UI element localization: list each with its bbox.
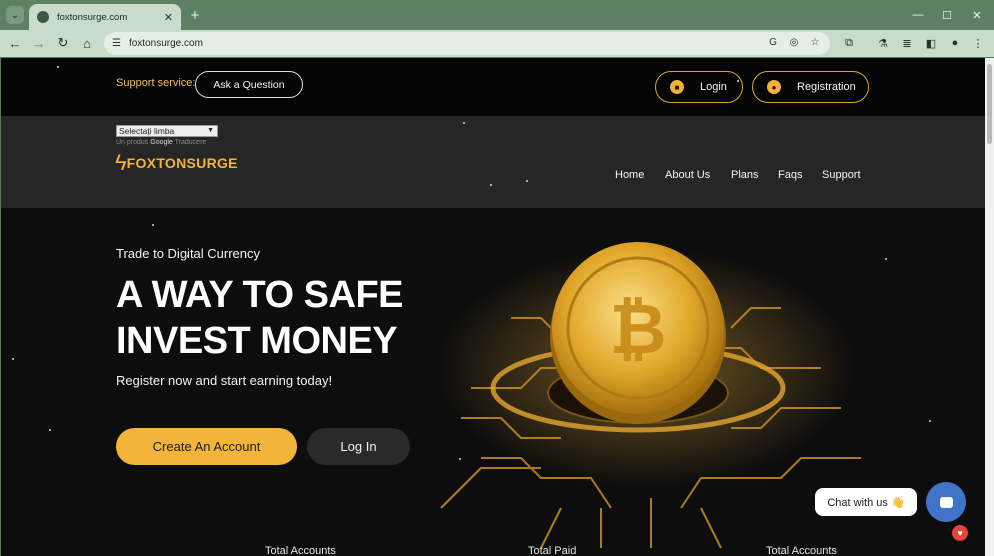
star-decoration xyxy=(526,180,528,182)
profile-avatar-icon[interactable]: ● xyxy=(947,35,963,51)
language-select-value: Selectați limba xyxy=(119,126,175,136)
scrollbar-thumb[interactable] xyxy=(987,64,992,144)
site-header: Selectați limba ▼ Un produs Google Tradu… xyxy=(1,116,985,208)
site-logo[interactable]: ϟ FOXTONSURGE xyxy=(115,152,238,174)
home-icon[interactable]: ⌂ xyxy=(78,34,96,52)
star-decoration xyxy=(929,420,931,422)
google-logo: Google xyxy=(150,139,173,146)
chevron-down-icon: ▼ xyxy=(207,127,214,134)
notification-badge-icon[interactable]: ♥ xyxy=(952,525,968,541)
browser-tab[interactable]: foxtonsurge.com ✕ xyxy=(29,4,181,30)
star-decoration xyxy=(463,122,465,124)
reload-icon[interactable]: ↻ xyxy=(54,34,72,52)
hero-title-line-1: A WAY TO SAFE xyxy=(116,274,404,316)
logo-text: FOXTONSURGE xyxy=(126,155,238,171)
bookmark-star-icon[interactable]: ☆ xyxy=(808,35,822,49)
browser-toolbar: ← → ↻ ⌂ ☰ foxtonsurge.com G ◎ ☆ ⧉ ⚗ ≣ ◧ … xyxy=(0,30,994,57)
reading-list-icon[interactable]: ≣ xyxy=(899,35,915,51)
hero-kicker: Trade to Digital Currency xyxy=(116,246,261,261)
site-info-icon[interactable]: ☰ xyxy=(112,38,121,49)
hero-subtitle: Register now and start earning today! xyxy=(116,373,333,388)
stat-label-total-paid: Total Paid xyxy=(528,545,577,556)
user-icon: ● xyxy=(767,80,781,94)
site-favicon-icon xyxy=(37,11,49,23)
ask-question-button[interactable]: Ask a Question xyxy=(195,71,303,98)
chat-launcher-button[interactable] xyxy=(926,482,966,522)
star-decoration xyxy=(12,358,14,360)
top-bar: Support service: Ask a Question ■ Login … xyxy=(1,58,985,116)
chat-icon xyxy=(939,496,953,508)
back-icon[interactable]: ← xyxy=(6,34,24,52)
hero-title-line-2: INVEST MONEY xyxy=(116,320,398,362)
eye-off-icon[interactable]: ◎ xyxy=(787,35,801,49)
side-panel-icon[interactable]: ◧ xyxy=(923,35,939,51)
registration-button[interactable]: ● Registration xyxy=(752,71,869,103)
minimize-icon[interactable]: — xyxy=(908,6,928,24)
login-label: Login xyxy=(700,81,727,93)
new-tab-button[interactable]: + xyxy=(186,6,204,24)
nav-home[interactable]: Home xyxy=(615,169,644,181)
address-bar[interactable]: ☰ foxtonsurge.com xyxy=(104,32,830,55)
registration-label: Registration xyxy=(797,81,856,93)
star-decoration xyxy=(57,66,59,68)
powered-suffix: Traducere xyxy=(174,139,207,146)
maximize-icon[interactable]: ☐ xyxy=(937,6,957,24)
hero-login-button[interactable]: Log In xyxy=(307,428,410,465)
stat-label-total-accounts: Total Accounts xyxy=(265,545,336,556)
star-decoration xyxy=(459,458,461,460)
star-decoration xyxy=(187,255,189,257)
forward-icon[interactable]: → xyxy=(30,34,48,52)
stat-label-total-accounts-2: Total Accounts xyxy=(766,545,837,556)
nav-faqs[interactable]: Faqs xyxy=(778,169,802,181)
star-decoration xyxy=(49,429,51,431)
lock-icon: ■ xyxy=(670,80,684,94)
page-scrollbar[interactable] xyxy=(985,58,994,556)
nav-plans[interactable]: Plans xyxy=(731,169,759,181)
star-decoration xyxy=(490,184,492,186)
close-window-icon[interactable]: ✕ xyxy=(967,6,987,24)
close-tab-icon[interactable]: ✕ xyxy=(164,11,173,24)
web-page: Support service: Ask a Question ■ Login … xyxy=(1,58,985,556)
more-menu-icon[interactable]: ⋮ xyxy=(970,35,986,51)
chat-prompt-bubble[interactable]: Chat with us 👋 xyxy=(815,488,917,516)
labs-icon[interactable]: ⚗ xyxy=(875,35,891,51)
nav-support[interactable]: Support xyxy=(822,169,861,181)
support-label: Support service: xyxy=(116,77,196,89)
bitcoin-symbol-icon: ₿ xyxy=(609,290,666,368)
tab-title: foxtonsurge.com xyxy=(57,11,128,23)
star-decoration xyxy=(152,224,154,226)
login-button[interactable]: ■ Login xyxy=(655,71,743,103)
url-text: foxtonsurge.com xyxy=(128,38,203,49)
extensions-icon[interactable]: ⧉ xyxy=(841,35,857,51)
star-decoration xyxy=(885,258,887,260)
language-select[interactable]: Selectați limba ▼ xyxy=(116,125,218,137)
star-decoration xyxy=(737,80,739,82)
translate-attribution: Un produs Google Traducere xyxy=(116,139,206,146)
tab-list-button[interactable]: ⌄ xyxy=(6,6,24,24)
powered-prefix: Un produs xyxy=(116,139,149,146)
hero-title: A WAY TO SAFE INVEST MONEY xyxy=(116,272,404,364)
create-account-button[interactable]: Create An Account xyxy=(116,428,297,465)
nav-about-us[interactable]: About Us xyxy=(665,169,710,181)
lightning-bolt-icon: ϟ xyxy=(115,150,127,175)
google-lens-icon[interactable]: G xyxy=(766,35,780,49)
browser-tab-bar: ⌄ foxtonsurge.com ✕ + — ☐ ✕ xyxy=(0,0,994,30)
